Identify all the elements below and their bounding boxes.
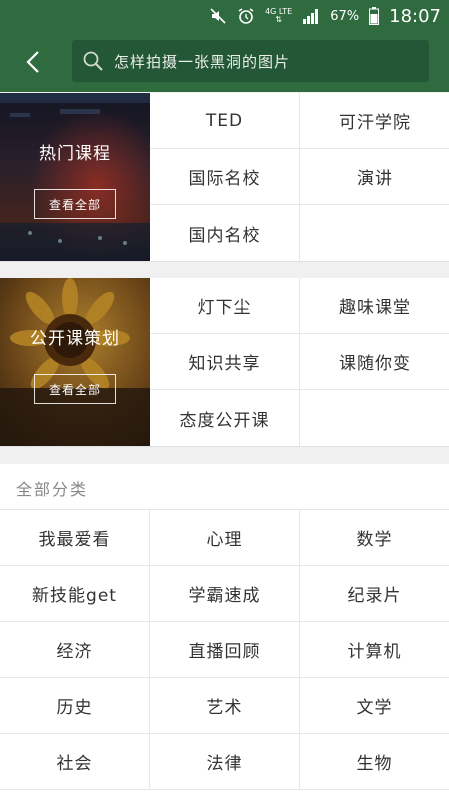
- hot-courses-banner[interactable]: 热门课程 查看全部: [0, 93, 150, 261]
- category-item[interactable]: 艺术: [150, 678, 300, 734]
- planning-item-empty: [300, 390, 449, 446]
- mute-icon: [210, 8, 226, 24]
- search-icon: [83, 51, 103, 71]
- hot-course-item[interactable]: TED: [150, 93, 300, 149]
- open-planning-view-all-button[interactable]: 查看全部: [34, 374, 116, 404]
- stage-image: [0, 93, 150, 261]
- battery-icon: [369, 7, 380, 25]
- hot-course-item-empty: [300, 205, 449, 261]
- status-bar: 4G LTE ⇅ 67% 18:07: [0, 0, 449, 32]
- all-categories-title: 全部分类: [16, 480, 89, 499]
- category-item[interactable]: 心理: [150, 510, 300, 566]
- category-item[interactable]: 经济: [0, 622, 150, 678]
- planning-item[interactable]: 知识共享: [150, 334, 300, 390]
- hot-course-item[interactable]: 国内名校: [150, 205, 300, 261]
- search-query: 怎样拍摄一张黑洞的图片: [114, 52, 291, 71]
- clock: 18:07: [389, 5, 441, 27]
- category-item[interactable]: 学霸速成: [150, 566, 300, 622]
- top-bar: 怎样拍摄一张黑洞的图片: [0, 32, 449, 92]
- search-bar[interactable]: 怎样拍摄一张黑洞的图片: [72, 40, 429, 82]
- open-planning-section: 公开课策划 查看全部 灯下尘 趣味课堂 知识共享 课随你变 态度公开课: [0, 278, 449, 447]
- all-categories-grid: 我最爱看 心理 数学 新技能get 学霸速成 纪录片 经济 直播回顾 计算机 历…: [0, 510, 449, 800]
- hot-courses-title: 热门课程: [39, 144, 111, 164]
- open-planning-title: 公开课策划: [30, 329, 120, 349]
- hot-courses-grid: TED 可汗学院 国际名校 演讲 国内名校: [150, 93, 449, 261]
- network-activity: ⇅: [275, 15, 282, 24]
- planning-item[interactable]: 态度公开课: [150, 390, 300, 446]
- planning-item[interactable]: 灯下尘: [150, 278, 300, 334]
- open-planning-grid: 灯下尘 趣味课堂 知识共享 课随你变 态度公开课: [150, 278, 449, 446]
- hot-course-item[interactable]: 国际名校: [150, 149, 300, 205]
- category-item[interactable]: 我最爱看: [0, 510, 150, 566]
- hot-course-item[interactable]: 可汗学院: [300, 93, 449, 149]
- back-arrow-icon[interactable]: [20, 48, 48, 76]
- category-item[interactable]: 数学: [300, 510, 449, 566]
- signal-icon: [303, 9, 319, 24]
- category-item[interactable]: 直播回顾: [150, 622, 300, 678]
- category-item[interactable]: 生物: [300, 734, 449, 790]
- planning-item[interactable]: 课随你变: [300, 334, 449, 390]
- category-item[interactable]: 新技能get: [0, 566, 150, 622]
- planning-item[interactable]: 趣味课堂: [300, 278, 449, 334]
- category-item[interactable]: 法律: [150, 734, 300, 790]
- category-item[interactable]: 文学: [300, 678, 449, 734]
- battery-percent: 67%: [330, 8, 360, 24]
- category-item[interactable]: 社会: [0, 734, 150, 790]
- hot-courses-view-all-button[interactable]: 查看全部: [34, 189, 116, 219]
- hot-courses-section: 热门课程 查看全部 TED 可汗学院 国际名校 演讲 国内名校: [0, 93, 449, 262]
- alarm-icon: [238, 8, 254, 24]
- open-planning-banner[interactable]: 公开课策划 查看全部: [0, 278, 150, 446]
- category-item[interactable]: 历史: [0, 678, 150, 734]
- category-item[interactable]: 计算机: [300, 622, 449, 678]
- all-categories-header: 全部分类: [0, 464, 449, 510]
- network-type: 4G LTE ⇅: [265, 8, 292, 24]
- sunflower-image: [0, 278, 150, 446]
- category-item[interactable]: 纪录片: [300, 566, 449, 622]
- hot-course-item[interactable]: 演讲: [300, 149, 449, 205]
